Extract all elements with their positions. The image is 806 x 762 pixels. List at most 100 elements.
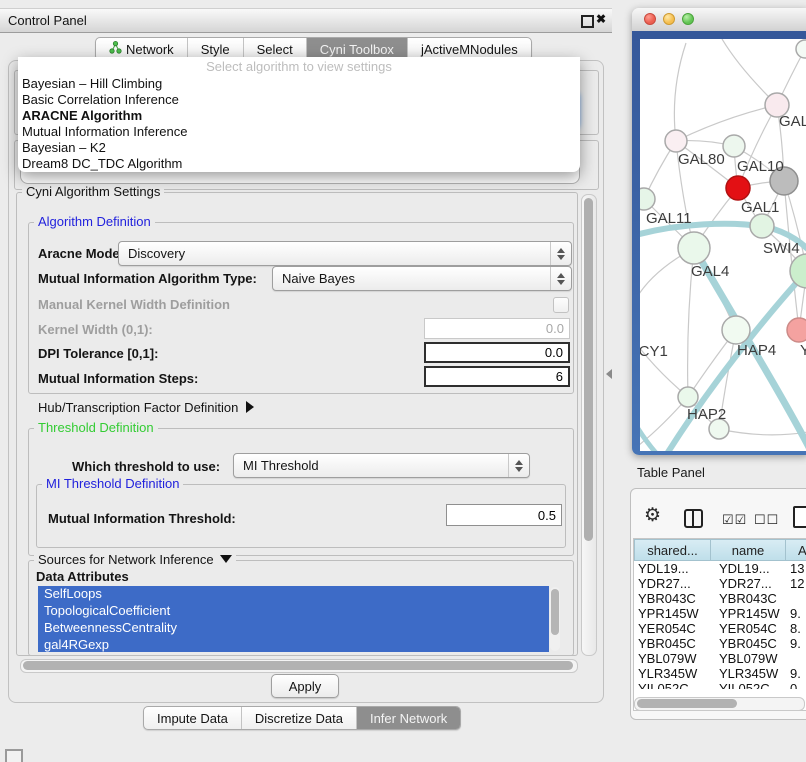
attributes-list-scrollbar[interactable] — [550, 587, 560, 651]
close-icon[interactable]: ✖ — [596, 12, 606, 26]
node-y[interactable] — [787, 318, 806, 342]
tab-label: Discretize Data — [255, 711, 343, 726]
column-header-a[interactable]: A — [786, 539, 806, 561]
minimize-traffic-light-icon[interactable] — [663, 13, 675, 25]
mi-steps-input[interactable] — [424, 366, 570, 387]
aracne-mode-select[interactable]: Discovery — [118, 241, 572, 266]
mi-threshold-label: Mutual Information Threshold: — [48, 511, 236, 526]
sources-legend: Sources for Network Inference — [34, 553, 236, 567]
attribute-item-topologicalcoefficient[interactable]: TopologicalCoefficient — [38, 603, 549, 620]
cyni-bottom-tabs: Impute Data Discretize Data Infer Network — [143, 706, 461, 730]
attribute-item-selfloops[interactable]: SelfLoops — [38, 586, 549, 603]
node-top-partial[interactable] — [796, 40, 806, 58]
column-header-name[interactable]: name — [711, 539, 786, 561]
stepper-icon — [550, 242, 571, 265]
settings-horizontal-scrollbar[interactable] — [20, 659, 578, 673]
table-row[interactable]: YBR045CYBR045C9. — [634, 636, 806, 651]
settings-scroll-thumb[interactable] — [584, 198, 593, 541]
hub-definition-row[interactable]: Hub/Transcription Factor Definition — [38, 400, 254, 415]
columns-icon[interactable] — [684, 509, 703, 528]
node-gal10[interactable] — [723, 135, 745, 157]
panel-splitter-handle[interactable] — [606, 369, 612, 379]
dpi-tolerance-input[interactable] — [424, 342, 570, 363]
settings-hscroll-thumb[interactable] — [23, 661, 573, 670]
network-canvas[interactable]: GAL7GAL80GAL10GAL1GAL11GAL4SWI4GCY1HAP4Y… — [640, 39, 806, 451]
node-label-gal1: GAL1 — [741, 199, 779, 216]
table-row[interactable]: YDL19...YDL19...13 — [634, 561, 806, 576]
tab-impute-data[interactable]: Impute Data — [144, 707, 242, 729]
manual-kernel-width-checkbox[interactable] — [553, 297, 569, 313]
table-panel-title: Table Panel — [637, 465, 705, 480]
table-cell: YDL19... — [711, 561, 786, 576]
attributes-scroll-thumb[interactable] — [551, 589, 559, 635]
float-window-icon[interactable] — [581, 15, 594, 28]
table-row[interactable]: YER054CYER054C8. — [634, 621, 806, 636]
table-row[interactable]: YPR145WYPR145W9. — [634, 606, 806, 621]
attribute-item-gal4rgexp[interactable]: gal4RGexp — [38, 637, 549, 652]
table-cell: 8. — [786, 621, 806, 636]
algorithm-select-placeholder: Select algorithm to view settings — [18, 57, 580, 76]
algorithm-option-dream8-dc-tdc-algorithm[interactable]: Dream8 DC_TDC Algorithm — [18, 156, 580, 172]
network-graph: GAL7GAL80GAL10GAL1GAL11GAL4SWI4GCY1HAP4Y… — [640, 39, 806, 451]
table-cell: YBR045C — [711, 636, 786, 651]
which-threshold-select[interactable]: MI Threshold — [233, 453, 530, 478]
table-horizontal-scrollbar[interactable] — [634, 697, 805, 711]
node-label-gal4: GAL4 — [691, 263, 729, 280]
zoom-traffic-light-icon[interactable] — [682, 13, 694, 25]
node-label-swi4: SWI4 — [763, 240, 800, 257]
sources-legend-text: Sources for Network Inference — [38, 552, 214, 567]
network-window-titlebar[interactable] — [632, 8, 806, 32]
column-header-shared-[interactable]: shared... — [634, 539, 711, 561]
table-cell — [786, 591, 806, 606]
data-attributes-list[interactable]: SelfLoopsTopologicalCoefficientBetweenne… — [38, 586, 549, 652]
algorithm-option-bayesian-k2[interactable]: Bayesian – K2 — [18, 140, 580, 156]
mi-steps-label: Mutual Information Steps: — [38, 371, 198, 386]
table-cell: 12 — [786, 576, 806, 591]
apply-button[interactable]: Apply — [271, 674, 339, 698]
node-label-gcy1: GCY1 — [640, 343, 668, 360]
kernel-width-input[interactable] — [424, 318, 570, 339]
table-cell: 13 — [786, 561, 806, 576]
table-hscroll-thumb[interactable] — [637, 699, 737, 708]
select-all-columns-icon[interactable]: ☑☑ — [722, 512, 747, 528]
tab-label: Impute Data — [157, 711, 228, 726]
collapse-arrow-icon[interactable] — [220, 555, 232, 563]
node-hap4[interactable] — [722, 316, 750, 344]
algorithm-option-bayesian-hill-climbing[interactable]: Bayesian – Hill Climbing — [18, 76, 580, 92]
table-row[interactable]: YDR27...YDR27...12 — [634, 576, 806, 591]
algorithm-option-basic-correlation-inference[interactable]: Basic Correlation Inference — [18, 92, 580, 108]
settings-vertical-scrollbar[interactable] — [581, 194, 597, 656]
algorithm-option-aracne-algorithm[interactable]: ARACNE Algorithm — [18, 108, 580, 124]
table-row[interactable]: YBR043CYBR043C — [634, 591, 806, 606]
node-gal80[interactable] — [665, 130, 687, 152]
close-traffic-light-icon[interactable] — [644, 13, 656, 25]
table-row[interactable]: YBL079WYBL079W — [634, 651, 806, 666]
tab-discretize-data[interactable]: Discretize Data — [242, 707, 357, 729]
stepper-icon — [550, 267, 571, 290]
tab-infer-network[interactable]: Infer Network — [357, 707, 460, 729]
network-view-window: GAL7GAL80GAL10GAL1GAL11GAL4SWI4GCY1HAP4Y… — [632, 8, 806, 455]
node-gal11[interactable] — [640, 188, 655, 210]
gear-icon[interactable]: ⚙ — [644, 505, 661, 527]
deselect-all-columns-icon[interactable]: ☐☐ — [754, 512, 779, 528]
algorithm-definition-legend: Algorithm Definition — [34, 215, 155, 229]
node-hap2[interactable] — [678, 387, 698, 407]
attribute-item-betweennesscentrality[interactable]: BetweennessCentrality — [38, 620, 549, 637]
table-cell: YPR145W — [634, 606, 711, 621]
screen: Control Panel ✖ NetworkStyleSelectCyni T… — [0, 0, 806, 762]
node-red[interactable] — [726, 176, 750, 200]
node-gal4[interactable] — [678, 232, 710, 264]
algorithm-option-list: Bayesian – Hill ClimbingBasic Correlatio… — [18, 76, 580, 172]
table-row[interactable]: YIL052CYIL052C0. — [634, 681, 806, 689]
table-cell: YBL079W — [711, 651, 786, 666]
node-gal1[interactable] — [750, 214, 774, 238]
window-resize-grip[interactable] — [5, 749, 23, 762]
table-row[interactable]: YLR345WYLR345W9. — [634, 666, 806, 681]
mi-algorithm-type-select[interactable]: Naive Bayes — [272, 266, 572, 291]
export-table-icon[interactable] — [793, 506, 806, 528]
expand-arrow-icon[interactable] — [246, 401, 254, 413]
table-cell: 9. — [786, 636, 806, 651]
node-table: shared...nameA YDL19...YDL19...13YDR27..… — [633, 538, 806, 711]
mi-threshold-input[interactable] — [446, 504, 562, 526]
algorithm-option-mutual-information-inference[interactable]: Mutual Information Inference — [18, 124, 580, 140]
